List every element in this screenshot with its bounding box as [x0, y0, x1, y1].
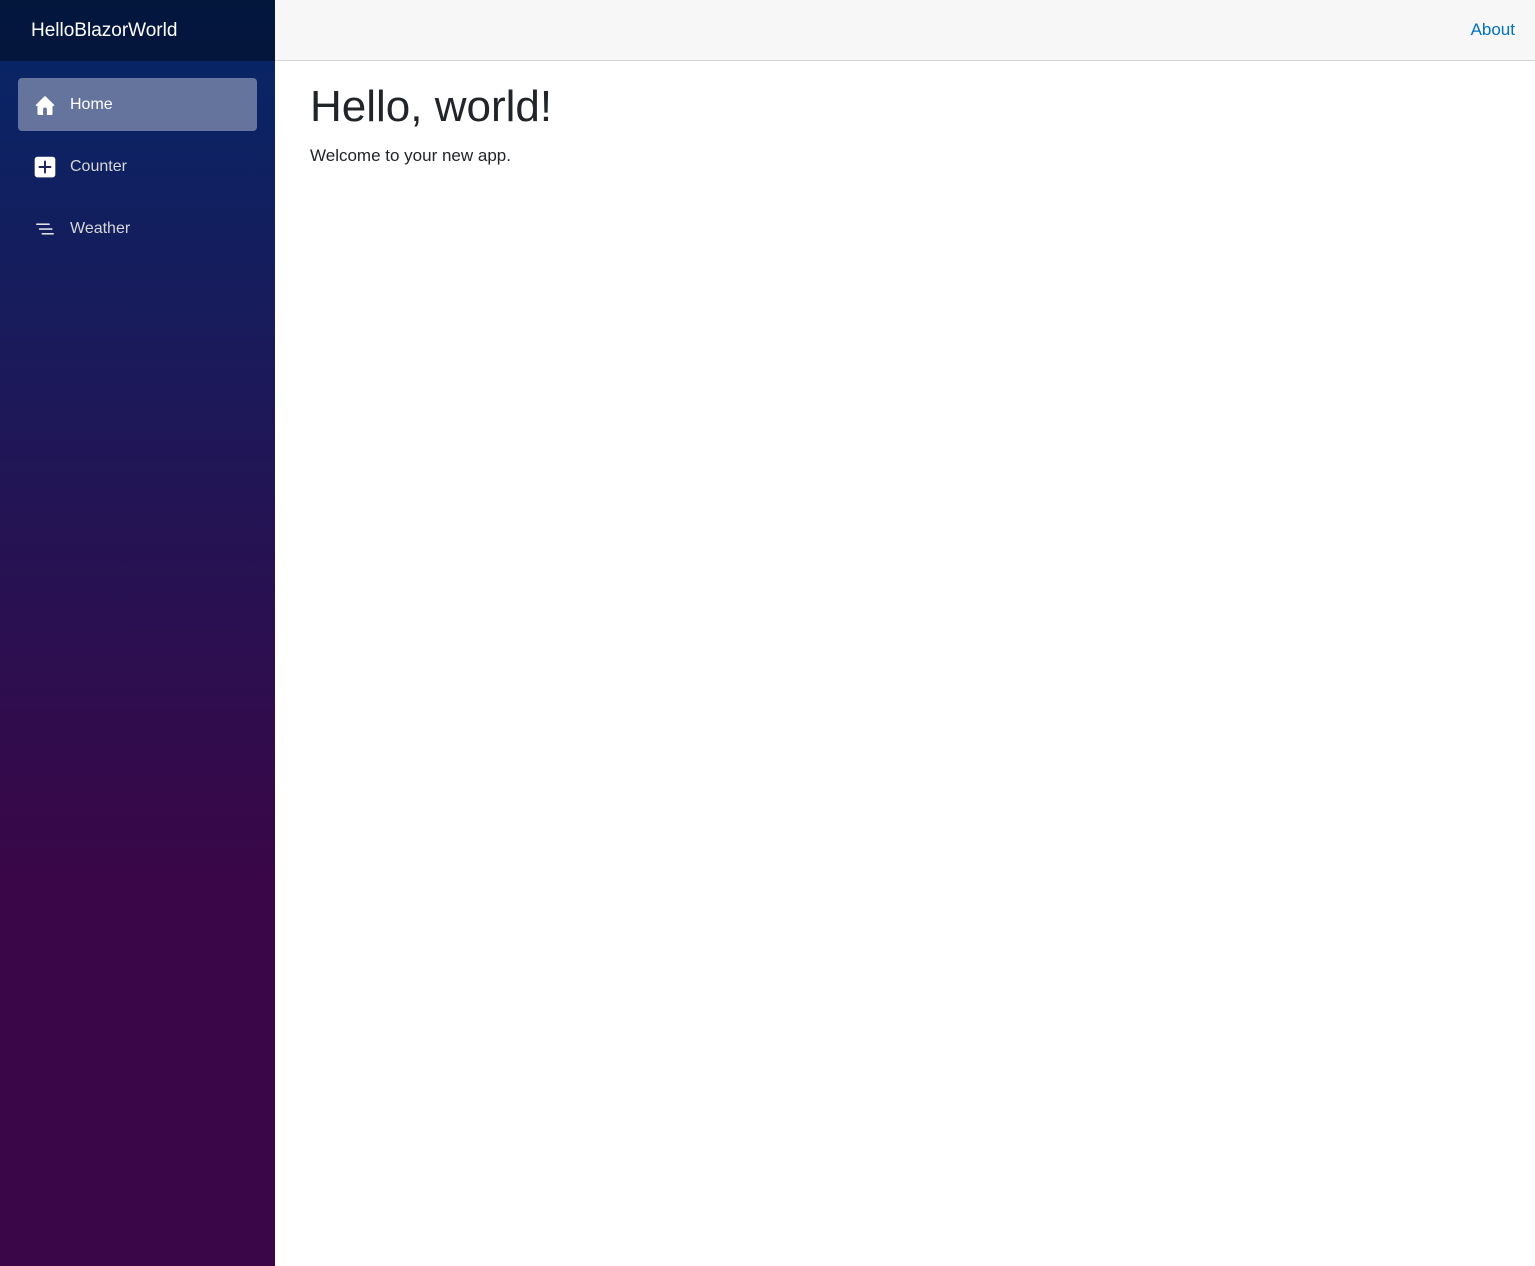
sidebar-item-label: Counter — [70, 157, 127, 175]
page-content: Hello, world! Welcome to your new app. — [275, 61, 1535, 186]
brand-link[interactable]: HelloBlazorWorld — [31, 20, 177, 42]
app-root: HelloBlazorWorld Home Counter Weather Ab… — [0, 0, 1535, 1266]
sidebar-item-home[interactable]: Home — [18, 78, 257, 131]
brand-bar: HelloBlazorWorld — [0, 0, 275, 61]
sidebar-item-weather[interactable]: Weather — [18, 202, 257, 255]
sidebar-item-label: Weather — [70, 219, 131, 237]
sidebar-item-label: Home — [70, 95, 113, 113]
plus-square-icon — [34, 156, 56, 178]
sidebar: HelloBlazorWorld Home Counter Weather — [0, 0, 275, 1266]
sidebar-item-counter[interactable]: Counter — [18, 140, 257, 193]
top-row: About — [275, 0, 1535, 61]
about-link[interactable]: About — [1471, 20, 1515, 40]
welcome-text: Welcome to your new app. — [310, 145, 511, 165]
home-icon — [34, 94, 56, 116]
page-title: Hello, world! — [310, 82, 553, 131]
sidebar-nav: Home Counter Weather — [0, 61, 275, 255]
main-area: About Hello, world! Welcome to your new … — [275, 0, 1535, 1266]
list-nested-icon — [34, 218, 56, 240]
